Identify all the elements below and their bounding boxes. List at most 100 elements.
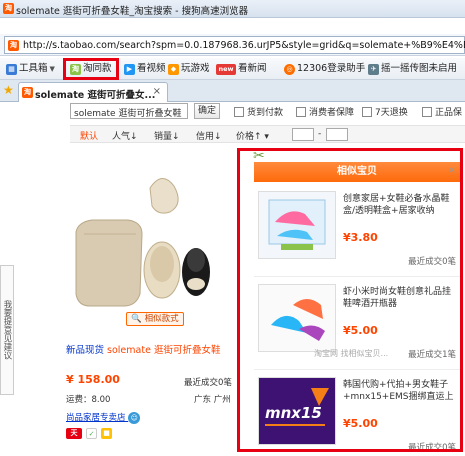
- taobao-favicon-icon: 淘: [22, 87, 33, 98]
- toolbox-button[interactable]: ▦ 工具箱 ▼: [6, 61, 55, 77]
- filter-label: 消费者保障: [309, 108, 355, 118]
- checkbox[interactable]: [234, 106, 244, 117]
- shop-link[interactable]: 尚品家居专卖店 ☺: [66, 411, 141, 424]
- sort-label: 销量: [154, 132, 173, 142]
- arrow-down-icon: ↓: [130, 132, 138, 142]
- shop-badges: 天 ✓ ■: [66, 428, 112, 439]
- sort-label: 人气: [112, 132, 131, 142]
- watermark-text: 淘宝网 找相似宝贝...: [314, 349, 389, 358]
- url-field[interactable]: 淘 http://s.taobao.com/search?spm=0.0.187…: [4, 36, 465, 54]
- filter-label: 7天退换: [375, 108, 408, 118]
- similar-items-panel: 相似宝贝 × 创意家居+女鞋必备水晶鞋盒/透明鞋盒+居家收纳 ¥3.80 最近成…: [237, 148, 463, 452]
- news-label: 看新闻: [238, 63, 267, 74]
- video-button[interactable]: ▶ 看视频: [124, 61, 166, 77]
- tab-bar: ★ 淘 solemate 逛街可折叠女... ×: [0, 80, 465, 102]
- price-min-input[interactable]: [292, 128, 314, 141]
- shake-icon: ✈: [368, 63, 379, 75]
- price-dash: -: [318, 129, 322, 139]
- toolbox-icon: ▦: [6, 63, 17, 75]
- video-label: 看视频: [137, 63, 166, 74]
- taotongkuan-icon: 淘: [70, 63, 81, 75]
- news-icon: new: [216, 63, 236, 75]
- folding-shoes-illustration: [75, 178, 210, 307]
- taotongkuan-label: 淘同款: [83, 63, 112, 74]
- gift-icon: ■: [101, 428, 112, 439]
- similar-item[interactable]: 创意家居+女鞋必备水晶鞋盒/透明鞋盒+居家收纳 ¥3.80 最近成交0笔: [254, 185, 460, 277]
- filter-label: 货到付款: [247, 108, 284, 118]
- brand-text: mnx15: [265, 404, 322, 422]
- sort-credit[interactable]: 信用↓: [196, 129, 222, 142]
- item-title[interactable]: 虾小米时尚女鞋创意礼品挂鞋啤酒开瓶器: [343, 286, 457, 310]
- arrow-down-icon: ↓: [172, 132, 180, 142]
- sort-label: 信用: [196, 132, 215, 142]
- tab-label: solemate 逛街可折叠女...: [35, 90, 156, 101]
- item-sales: 最近成交0笔: [408, 443, 456, 452]
- arrow-up-icon: ↑: [254, 132, 262, 142]
- recent-sales: 最近成交0笔: [184, 378, 232, 388]
- favorites-bar: ▦ 工具箱 ▼ 淘 淘同款 ▶ 看视频 ◆ 玩游戏 new 看新闻 ◎ 1230…: [0, 58, 465, 80]
- filter-label: 正品保: [435, 108, 463, 118]
- similar-style-button[interactable]: 🔍 相似款式: [126, 312, 184, 326]
- wangwang-icon[interactable]: ☺: [128, 412, 141, 424]
- sort-price[interactable]: 价格↑ ▾: [236, 129, 269, 142]
- game-button[interactable]: ◆ 玩游戏: [168, 61, 210, 77]
- mnx15-logo-thumbnail: mnx15: [259, 378, 335, 444]
- checkbox[interactable]: [422, 106, 432, 117]
- item-price: ¥3.80: [343, 231, 378, 244]
- tmall-icon: 天: [66, 428, 82, 439]
- tab-close-icon[interactable]: ×: [153, 86, 161, 97]
- freight: 运费：8.00: [66, 395, 111, 405]
- bottle-opener-thumbnail: [259, 285, 335, 351]
- panel-close-icon[interactable]: ×: [448, 165, 456, 176]
- star-icon[interactable]: ★: [3, 84, 14, 96]
- item-thumbnail[interactable]: mnx15: [258, 377, 336, 445]
- arrow-down-icon: ↓: [214, 132, 222, 142]
- window-title: solemate 逛街可折叠女鞋_淘宝搜索 - 搜狗高速浏览器: [16, 6, 249, 17]
- similar-item[interactable]: mnx15 韩国代购+代拍+男女鞋子+mnx15+EMS捆绑直运上 ¥5.00 …: [254, 371, 460, 452]
- item-title[interactable]: 创意家居+女鞋必备水晶鞋盒/透明鞋盒+居家收纳: [343, 193, 457, 217]
- filter-genuine[interactable]: 正品保: [422, 105, 462, 118]
- sort-sales[interactable]: 销量↓: [154, 129, 180, 142]
- filter-protection[interactable]: 消费者保障: [296, 105, 354, 118]
- panel-header: 相似宝贝: [254, 162, 460, 182]
- url-text: http://s.taobao.com/search?spm=0.0.18796…: [23, 40, 465, 51]
- game-icon: ◆: [168, 63, 179, 75]
- item-thumbnail[interactable]: [258, 191, 336, 259]
- item-price: ¥5.00: [343, 324, 378, 337]
- scissors-icon: ✂: [253, 148, 265, 164]
- shake-button[interactable]: ✈ 摇一摇传图未启用: [368, 61, 457, 77]
- game-label: 玩游戏: [181, 63, 210, 74]
- product-title[interactable]: 新品现货 solemate 逛街可折叠女鞋: [66, 342, 220, 356]
- search-input[interactable]: solemate 逛街可折叠女鞋: [70, 103, 188, 119]
- filter-7day[interactable]: 7天退换: [362, 105, 408, 118]
- taobao-favicon-icon: 淘: [3, 3, 14, 14]
- address-bar: 淘 http://s.taobao.com/search?spm=0.0.187…: [0, 34, 465, 56]
- guarantee-icon: ✓: [86, 428, 97, 439]
- similar-style-label: 相似款式: [144, 314, 179, 324]
- product-price: ¥ 158.00: [66, 373, 120, 386]
- 12306-button[interactable]: ◎ 12306登录助手: [284, 61, 365, 77]
- location: 广东 广州: [194, 395, 231, 405]
- tab-search[interactable]: 淘 solemate 逛街可折叠女... ×: [18, 82, 168, 102]
- search-filter-row: solemate 逛街可折叠女鞋 确定 货到付款 消费者保障 7天退换 正品保: [70, 103, 465, 121]
- 12306-icon: ◎: [284, 63, 295, 75]
- item-thumbnail[interactable]: [258, 284, 336, 352]
- price-max-input[interactable]: [326, 128, 348, 141]
- sort-popularity[interactable]: 人气↓: [112, 129, 138, 142]
- sort-default[interactable]: 默认: [80, 129, 98, 142]
- news-button[interactable]: new 看新闻: [216, 61, 267, 77]
- confirm-button[interactable]: 确定: [194, 103, 220, 119]
- item-title[interactable]: 韩国代购+代拍+男女鞋子+mnx15+EMS捆绑直运上: [343, 379, 457, 403]
- checkbox[interactable]: [296, 106, 306, 117]
- filter-cod[interactable]: 货到付款: [234, 105, 283, 118]
- shake-label: 摇一摇传图未启用: [381, 63, 458, 74]
- item-sales: 最近成交0笔: [408, 257, 456, 267]
- chevron-down-icon: ▼: [49, 65, 55, 73]
- item-price: ¥5.00: [343, 417, 378, 430]
- similar-item[interactable]: 虾小米时尚女鞋创意礼品挂鞋啤酒开瓶器 ¥5.00 淘宝网 找相似宝贝... 最近…: [254, 278, 460, 370]
- taobao-favicon-icon: 淘: [8, 40, 19, 51]
- feedback-tab[interactable]: 我要提意见建议: [0, 265, 14, 395]
- checkbox[interactable]: [362, 106, 372, 117]
- product-image[interactable]: [66, 160, 226, 330]
- taotongkuan-button[interactable]: 淘 淘同款: [63, 58, 119, 80]
